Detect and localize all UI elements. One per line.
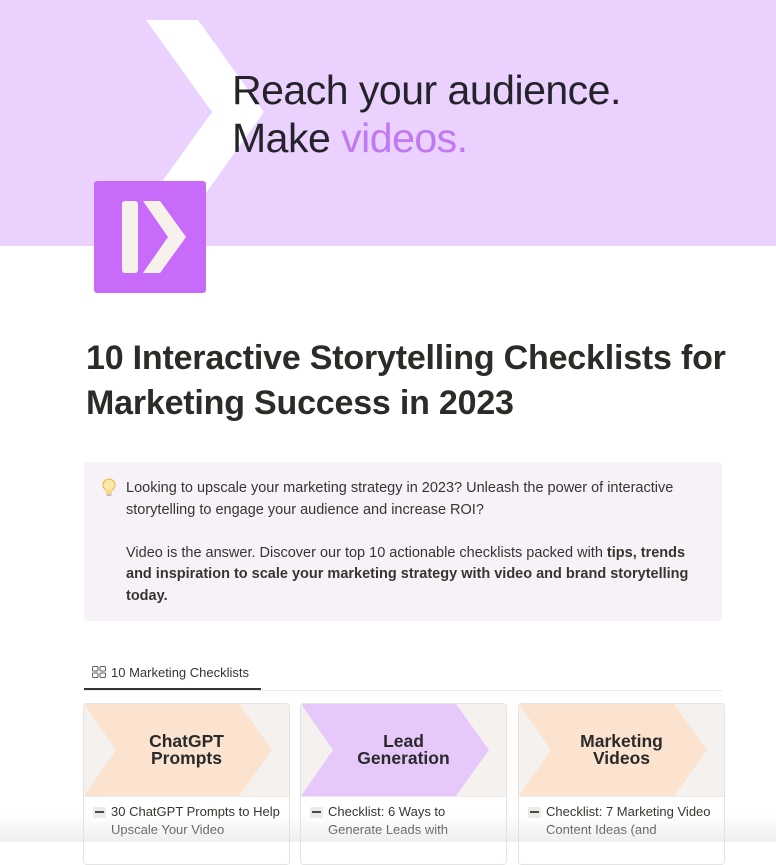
card-divider	[84, 796, 289, 797]
cover-headline-accent: videos.	[341, 115, 468, 161]
lightbulb-icon	[102, 478, 116, 496]
bottom-fade-overlay	[0, 815, 776, 842]
card-cover: Lead Generation	[301, 704, 506, 796]
card-cover-label: Marketing Videos	[580, 731, 663, 768]
card-cover-label: ChatGPT Prompts	[149, 731, 224, 768]
card-cover: Marketing Videos	[519, 704, 724, 796]
cover-headline-line1: Reach your audience.	[232, 67, 621, 113]
play-chevron-logo-icon	[122, 201, 186, 273]
gallery-view-icon	[92, 666, 106, 678]
card-divider	[301, 796, 506, 797]
card-divider	[519, 796, 724, 797]
callout-paragraph-2-plain: Video is the answer. Discover our top 10…	[126, 544, 607, 561]
database-view-tabs: 10 Marketing Checklists	[84, 656, 722, 691]
cover-headline-line2: Make videos.	[232, 114, 468, 162]
callout-paragraph-2: Video is the answer. Discover our top 10…	[126, 543, 706, 608]
page-icon[interactable]	[94, 181, 206, 293]
card-cover: ChatGPT Prompts	[84, 704, 289, 796]
page-title[interactable]: 10 Interactive Storytelling Checklists f…	[86, 336, 726, 426]
callout-block[interactable]: Looking to upscale your marketing strate…	[84, 462, 722, 621]
card-cover-label: Lead Generation	[357, 731, 450, 768]
tab-label: 10 Marketing Checklists	[111, 665, 249, 680]
callout-paragraph-1: Looking to upscale your marketing strate…	[126, 480, 674, 518]
cover-headline-plain: Make	[232, 115, 342, 161]
tab-10-marketing-checklists[interactable]: 10 Marketing Checklists	[84, 656, 261, 690]
